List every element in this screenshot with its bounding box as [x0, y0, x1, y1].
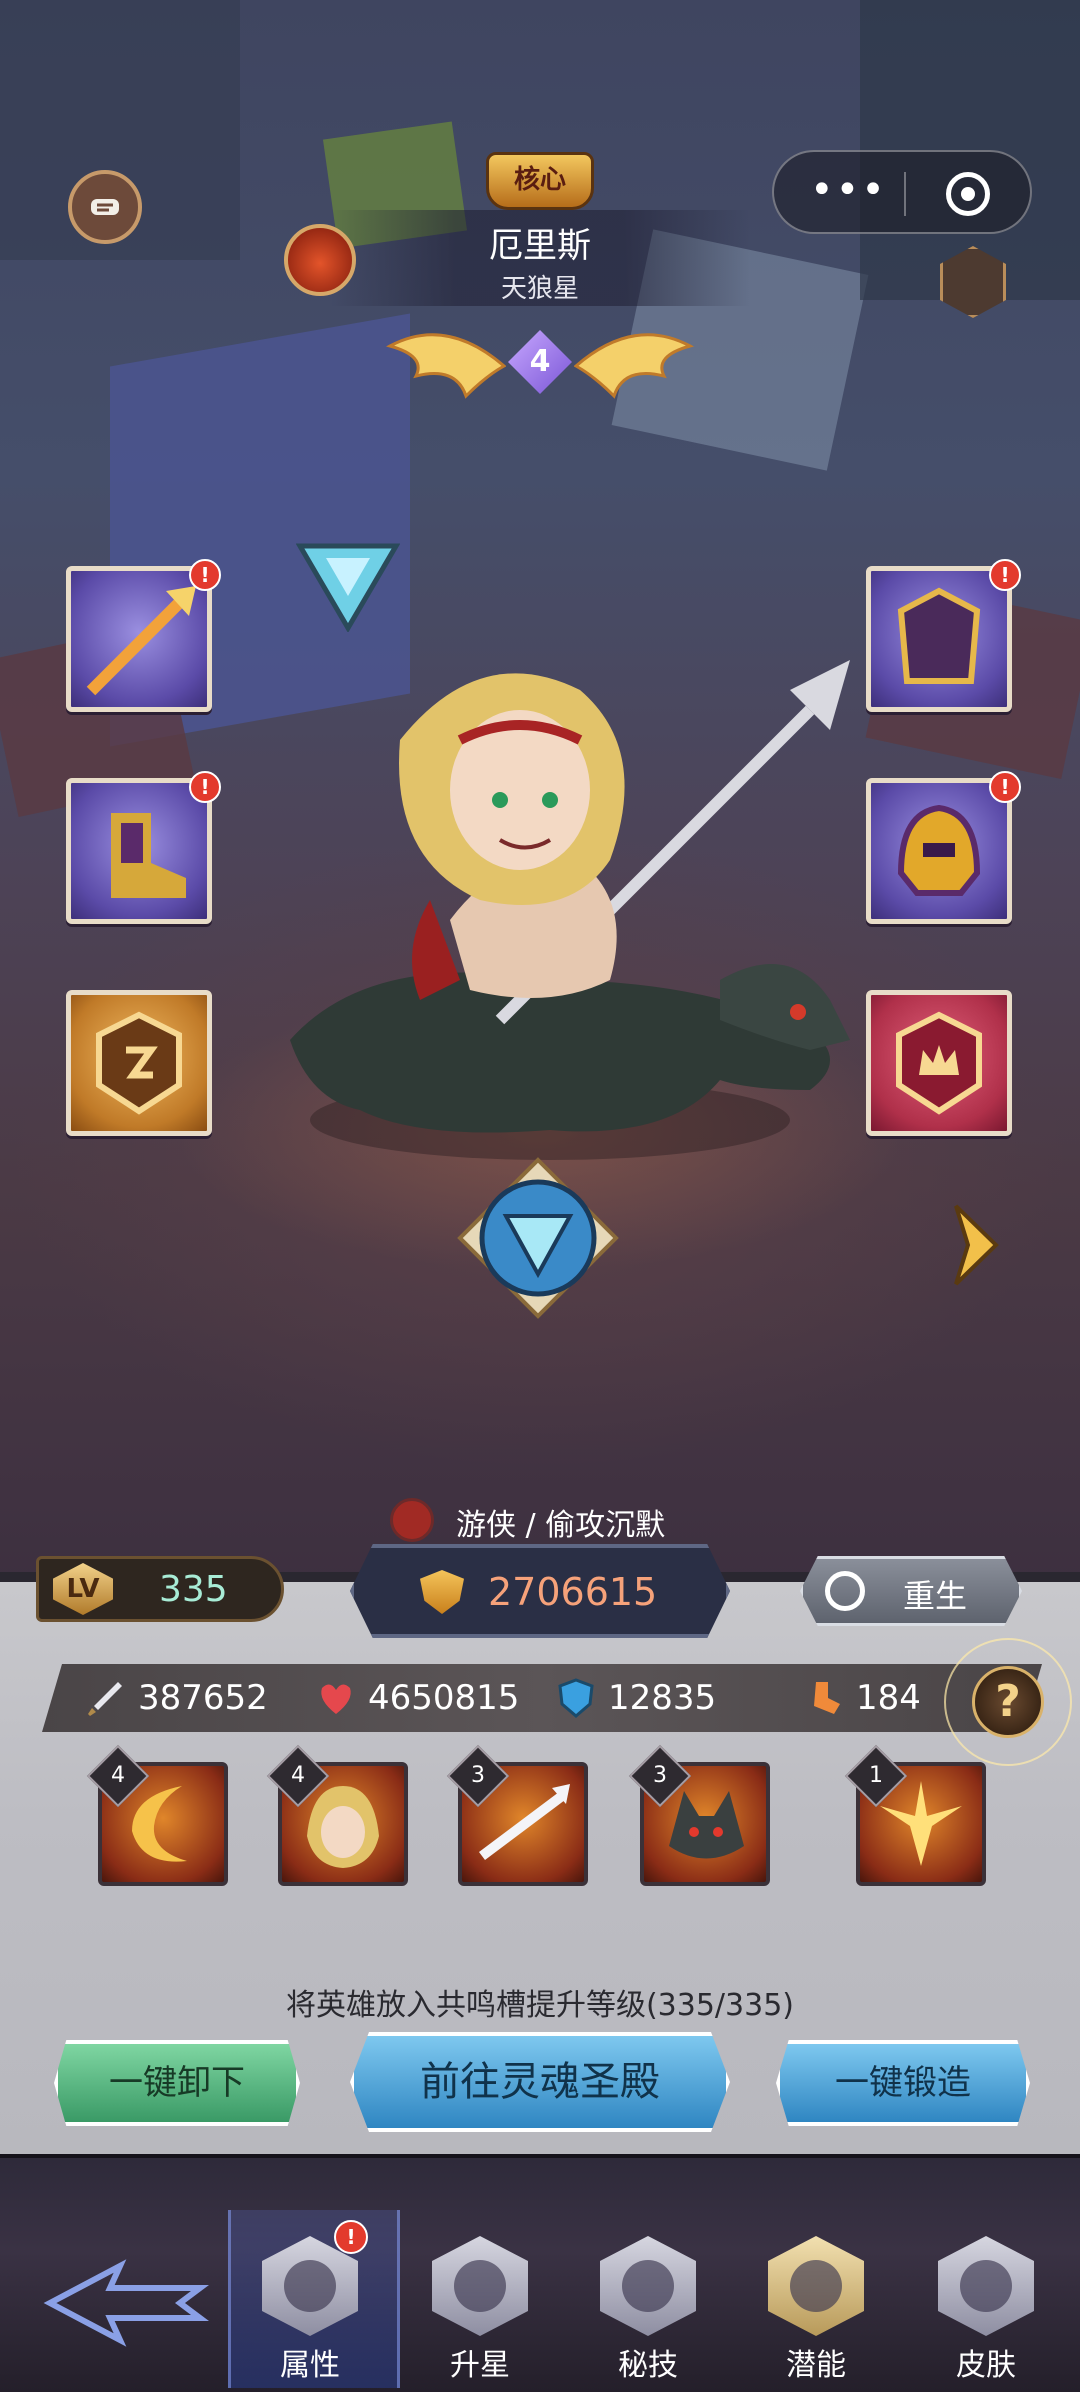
equipment-slot-boots[interactable]: !: [66, 771, 221, 924]
nav-tab-skin[interactable]: 皮肤: [926, 2236, 1046, 2386]
skill-slot-5[interactable]: 1: [844, 1744, 986, 1886]
skill-slot-2[interactable]: 4: [266, 1744, 408, 1886]
equipment-slot-emblem-left[interactable]: [66, 990, 212, 1136]
resonate-hint-text: 将英雄放入共鸣槽提升等级(335/335): [285, 1988, 795, 2023]
fire-element-icon: [284, 224, 356, 296]
potential-icon: [768, 2236, 864, 2336]
combat-power-plate: 2706615: [350, 1544, 730, 1638]
soul-crystal-button[interactable]: [456, 1156, 620, 1320]
nav-tab-label: 秘技: [618, 2348, 678, 2383]
nav-tab-label: 属性: [280, 2348, 340, 2383]
alert-badge: !: [989, 771, 1021, 803]
equipment-slot-armor[interactable]: !: [866, 559, 1021, 712]
winged-shield-emblem-icon: [96, 1011, 182, 1115]
nav-tab-label: 升星: [450, 2348, 510, 2383]
rebirth-icon: [825, 1571, 865, 1611]
star-rank-wings: 4: [380, 322, 700, 412]
mini-program-capsule: •••: [772, 150, 1032, 234]
skill-level-value: 4: [111, 1763, 125, 1788]
skill-slot-1[interactable]: 4: [86, 1744, 228, 1886]
hero-class-text: 游侠 / 偷攻沉默: [456, 1508, 666, 1543]
more-menu-icon[interactable]: •••: [810, 170, 885, 216]
back-arrow-icon[interactable]: [40, 2258, 210, 2348]
level-label: LV: [53, 1563, 113, 1615]
level-value: 335: [159, 1569, 228, 1610]
armor-icon: [897, 587, 981, 684]
star-up-icon: [432, 2236, 528, 2336]
left-wing-icon: [386, 333, 506, 399]
alert-badge: !: [189, 559, 221, 591]
shield-icon: [558, 1678, 594, 1718]
floating-crystal-icon: [296, 543, 400, 632]
skill-slot-3[interactable]: 3: [446, 1744, 588, 1886]
level-plate: LV 335: [36, 1556, 284, 1622]
skin-icon: [938, 2236, 1034, 2336]
nav-tab-potential[interactable]: 潜能: [756, 2236, 876, 2386]
forge-all-button[interactable]: 一键锻造: [776, 2040, 1030, 2126]
nav-tab-label: 皮肤: [956, 2348, 1016, 2383]
skill-level-value: 3: [653, 1763, 667, 1788]
nav-tab-secret-skill[interactable]: 秘技: [588, 2236, 708, 2386]
next-hero-arrow-icon[interactable]: [950, 1200, 1002, 1290]
help-button[interactable]: ?: [972, 1666, 1044, 1738]
close-miniprogram-icon[interactable]: [946, 172, 990, 216]
boot-icon: [111, 813, 186, 898]
skill-level-value: 1: [869, 1763, 883, 1788]
star-level-badge: 4: [508, 330, 572, 394]
capsule-divider: [904, 172, 906, 216]
crown-shield-emblem-icon: [896, 1011, 982, 1115]
equipment-slot-helmet[interactable]: !: [866, 771, 1021, 924]
scroll-icon: [91, 199, 119, 215]
go-soul-hall-button[interactable]: 前往灵魂圣殿: [350, 2032, 730, 2132]
skill-slot-4[interactable]: 3: [628, 1744, 770, 1886]
attack-value: 387652: [138, 1678, 268, 1718]
hero-character-illustration: [290, 660, 850, 1160]
hp-value: 4650815: [368, 1678, 520, 1718]
hero-name: 厄里斯: [489, 226, 591, 266]
ranger-class-icon: [390, 1498, 434, 1542]
flame-staff-icon: [86, 586, 196, 696]
sword-icon: [88, 1682, 122, 1716]
equipment-slot-weapon[interactable]: !: [66, 559, 221, 712]
rebirth-label: 重生: [903, 1577, 968, 1615]
hero-star-sign: 天狼星: [500, 274, 579, 304]
equipment-slot-emblem-right[interactable]: [866, 990, 1012, 1136]
nav-tab-attributes[interactable]: ! 属性: [250, 2220, 370, 2386]
rebirth-button[interactable]: 重生: [800, 1556, 1022, 1626]
alert-badge: !: [334, 2220, 368, 2254]
heart-icon: [321, 1684, 351, 1714]
secret-skill-icon: [600, 2236, 696, 2336]
unequip-all-button[interactable]: 一键卸下: [54, 2040, 300, 2126]
skill-level-value: 3: [471, 1763, 485, 1788]
combat-power-icon: [420, 1570, 464, 1614]
helmet-icon: [897, 804, 981, 896]
nav-tab-star-up[interactable]: 升星: [420, 2236, 540, 2386]
speed-boot-icon: [814, 1682, 840, 1714]
speed-value: 184: [856, 1678, 921, 1718]
skill-level-value: 4: [291, 1763, 305, 1788]
nav-tab-label: 潜能: [786, 2348, 846, 2383]
combat-power-value: 2706615: [488, 1570, 658, 1614]
defense-value: 12835: [608, 1678, 717, 1718]
alert-badge: !: [189, 771, 221, 803]
alert-badge: !: [989, 559, 1021, 591]
scroll-button[interactable]: [68, 170, 142, 244]
right-wing-icon: [574, 333, 694, 399]
core-badge: 核心: [486, 152, 594, 210]
